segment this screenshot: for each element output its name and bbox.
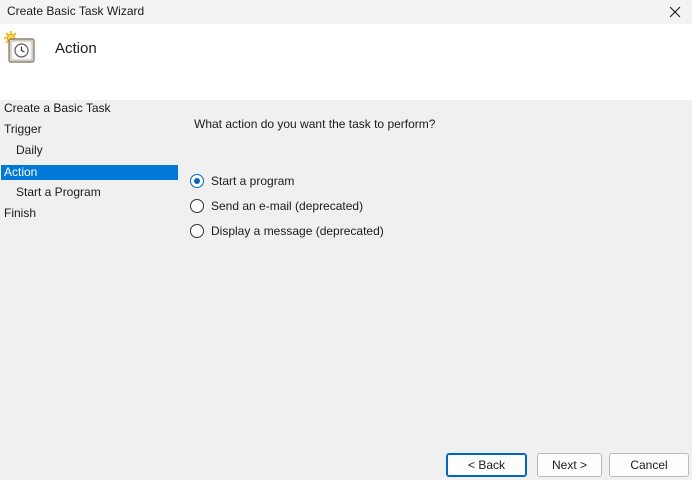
step-label: Action xyxy=(4,165,38,179)
step-start-a-program[interactable]: Start a Program xyxy=(0,184,176,205)
step-action[interactable]: Action xyxy=(1,165,178,180)
step-label: Start a Program xyxy=(16,185,101,199)
radio-dot xyxy=(194,177,200,184)
option-label: Start a program xyxy=(211,173,295,188)
step-finish[interactable]: Finish xyxy=(0,205,176,226)
task-scheduler-clock-icon xyxy=(4,31,35,63)
title-bar[interactable]: Create Basic Task Wizard xyxy=(0,0,692,24)
step-list: Create a Basic Task Trigger Daily Action… xyxy=(0,100,178,226)
radio-display-message[interactable] xyxy=(190,223,204,238)
cancel-button[interactable]: Cancel xyxy=(609,453,689,477)
option-send-email[interactable]: Send an e-mail (deprecated) xyxy=(190,193,384,218)
option-label: Send an e-mail (deprecated) xyxy=(211,198,364,213)
step-create-basic-task[interactable]: Create a Basic Task xyxy=(0,100,176,121)
wizard-window: Create Basic Task Wizard Action Create a… xyxy=(0,0,692,480)
step-label: Finish xyxy=(4,206,37,220)
step-label: Daily xyxy=(16,143,43,157)
radio-send-email[interactable] xyxy=(190,198,204,213)
wizard-header: Action xyxy=(0,24,692,100)
action-question: What action do you want the task to perf… xyxy=(194,117,436,131)
option-start-a-program[interactable]: Start a program xyxy=(190,168,384,193)
close-button[interactable] xyxy=(658,0,692,24)
action-options: Start a program Send an e-mail (deprecat… xyxy=(190,168,384,243)
step-trigger[interactable]: Trigger xyxy=(0,121,176,142)
next-button[interactable]: Next > xyxy=(537,453,602,477)
page-heading: Action xyxy=(55,40,97,57)
step-daily[interactable]: Daily xyxy=(0,142,176,163)
close-icon xyxy=(669,6,681,18)
back-button[interactable]: < Back xyxy=(446,453,527,477)
radio-start-a-program[interactable] xyxy=(190,173,204,188)
window-title: Create Basic Task Wizard xyxy=(7,4,145,18)
step-label: Create a Basic Task xyxy=(4,101,111,115)
option-label: Display a message (deprecated) xyxy=(211,223,384,238)
option-display-message[interactable]: Display a message (deprecated) xyxy=(190,218,384,243)
step-label: Trigger xyxy=(4,122,42,136)
